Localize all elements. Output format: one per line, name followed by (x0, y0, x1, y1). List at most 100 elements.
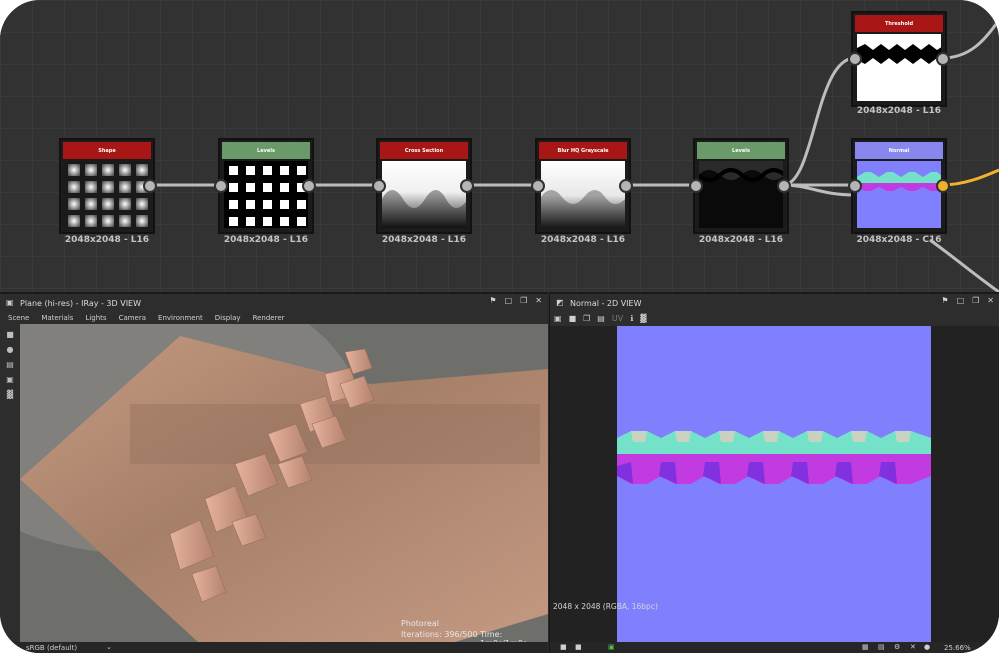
node-levels-2[interactable]: Levels (693, 138, 789, 234)
close-icon[interactable]: ✕ (987, 296, 994, 305)
chevron-down-icon[interactable]: ⌄ (106, 643, 112, 651)
chart-icon[interactable]: ▓ (7, 390, 13, 399)
node-shape[interactable]: Shape (59, 138, 155, 234)
channel-black-icon[interactable]: ■ (575, 643, 582, 651)
output-port[interactable] (143, 179, 157, 193)
node-resolution: 2048x2048 - C16 (856, 235, 942, 245)
input-port[interactable] (689, 179, 703, 193)
image-info: 2048 x 2048 (RGBA, 16bpc) (553, 602, 658, 611)
fit-icon[interactable]: ▣ (554, 314, 562, 323)
view-2d-title: Normal - 2D VIEW (570, 298, 642, 308)
histogram-icon[interactable]: ▓ (640, 314, 646, 323)
menu-display[interactable]: Display (215, 314, 241, 322)
copy-icon[interactable]: ❐ (583, 314, 590, 323)
environment-icon[interactable]: ▤ (6, 360, 14, 369)
wire-threshold-out (941, 19, 999, 60)
view-2d-titlebar: ◩ Normal - 2D VIEW ⚑ □ ❐ ✕ (550, 296, 999, 310)
view-2d-toolbar: ▣ ■ ❐ ▤ UV ℹ ▓ (554, 312, 646, 324)
camera-icon[interactable]: ■ (6, 330, 14, 339)
view-2d-panel: ◩ Normal - 2D VIEW ⚑ □ ❐ ✕ ▣ ■ ❐ ▤ UV ℹ … (549, 292, 999, 653)
node-graph[interactable]: Shape 2048x2048 - L16 Levels 2048x2048 -… (0, 0, 999, 292)
output-port[interactable] (936, 52, 950, 66)
maximize-icon[interactable]: □ (505, 296, 513, 305)
restore-icon[interactable]: ❐ (520, 296, 527, 305)
view-3d-menu: Scene Materials Lights Camera Environmen… (0, 312, 285, 324)
node-resolution: 2048x2048 - L16 (64, 235, 150, 245)
channel-normal-icon[interactable]: ▣ (608, 643, 615, 651)
viewport-2d[interactable] (550, 326, 999, 642)
viewport-3d[interactable]: Photoreal Iterations: 396/500 Time: 1m0s… (20, 324, 548, 642)
node-title: Cross Section (380, 142, 468, 159)
input-port[interactable] (214, 179, 228, 193)
save-icon[interactable]: ■ (569, 314, 577, 323)
wire-normal-out-2 (929, 238, 999, 292)
export-icon[interactable]: ▤ (597, 314, 605, 323)
image-icon: ◩ (556, 298, 564, 307)
view-3d-toolrail: ■ ● ▤ ▣ ▓ (2, 330, 18, 399)
node-blur-hq-grayscale[interactable]: Blur HQ Grayscale (535, 138, 631, 234)
node-thumbnail (857, 34, 941, 101)
menu-renderer[interactable]: Renderer (253, 314, 285, 322)
render-mode-label: Photoreal (401, 619, 439, 628)
node-cross-section[interactable]: Cross Section (376, 138, 472, 234)
input-port[interactable] (531, 179, 545, 193)
node-resolution: 2048x2048 - L16 (856, 106, 942, 116)
render-iterations: Iterations: 396/500 (401, 630, 478, 639)
menu-camera[interactable]: Camera (119, 314, 146, 322)
node-thumbnail (65, 161, 149, 228)
view-3d-panel: ▣ Plane (hi-res) - IRay - 3D VIEW ⚑ □ ❐ … (0, 292, 548, 653)
cube-icon: ▣ (6, 298, 14, 307)
tiling-icon[interactable]: ▤ (878, 643, 885, 651)
info-icon[interactable]: ℹ (630, 314, 633, 323)
close-icon[interactable]: ✕ (535, 296, 542, 305)
node-thumbnail (224, 161, 308, 228)
colorspace-select[interactable]: sRGB (default) (26, 644, 77, 652)
maximize-icon[interactable]: □ (957, 296, 965, 305)
node-title: Shape (63, 142, 151, 159)
node-resolution: 2048x2048 - L16 (381, 235, 467, 245)
node-title: Threshold (855, 15, 943, 32)
node-normal[interactable]: Normal (851, 138, 947, 234)
settings-icon[interactable]: ⚙ (894, 643, 900, 651)
input-port[interactable] (848, 179, 862, 193)
menu-environment[interactable]: Environment (158, 314, 203, 322)
menu-materials[interactable]: Materials (41, 314, 73, 322)
rendered-plane (20, 324, 548, 642)
node-title: Normal (855, 142, 943, 159)
restore-icon[interactable]: ❐ (972, 296, 979, 305)
render-time: Time: 1m0s/1m0s (480, 630, 527, 642)
node-thumbnail (541, 161, 625, 228)
normal-map-image (617, 326, 931, 642)
uv-toggle[interactable]: UV (612, 314, 623, 323)
output-port[interactable] (460, 179, 474, 193)
menu-lights[interactable]: Lights (85, 314, 106, 322)
output-port[interactable] (302, 179, 316, 193)
node-title: Levels (697, 142, 785, 159)
reset-icon[interactable]: ✕ (910, 643, 916, 651)
pin-icon[interactable]: ⚑ (941, 296, 948, 305)
dot-icon: ● (924, 643, 931, 651)
app-frame: Shape 2048x2048 - L16 Levels 2048x2048 -… (0, 0, 999, 653)
pin-icon[interactable]: ⚑ (489, 296, 496, 305)
node-resolution: 2048x2048 - L16 (540, 235, 626, 245)
node-resolution: 2048x2048 - L16 (223, 235, 309, 245)
wire-levels-threshold (782, 56, 856, 187)
input-port[interactable] (372, 179, 386, 193)
node-thumbnail (857, 161, 941, 228)
zoom-level[interactable]: 25.66% (944, 644, 971, 652)
node-title: Blur HQ Grayscale (539, 142, 627, 159)
node-threshold[interactable]: Threshold (851, 11, 947, 107)
view-3d-statusbar: sRGB (default) ⌄ (0, 642, 548, 653)
layers-icon[interactable]: ■ (560, 643, 567, 651)
grid-icon[interactable]: ▦ (862, 643, 869, 651)
screenshot-icon[interactable]: ▣ (6, 375, 14, 384)
view-3d-titlebar: ▣ Plane (hi-res) - IRay - 3D VIEW ⚑ □ ❐ … (0, 296, 548, 310)
menu-scene[interactable]: Scene (8, 314, 29, 322)
output-port[interactable] (619, 179, 633, 193)
input-port[interactable] (848, 52, 862, 66)
output-port[interactable] (936, 179, 950, 193)
output-port[interactable] (777, 179, 791, 193)
light-icon[interactable]: ● (7, 345, 14, 354)
wire-normal-out (941, 168, 999, 187)
node-levels[interactable]: Levels (218, 138, 314, 234)
